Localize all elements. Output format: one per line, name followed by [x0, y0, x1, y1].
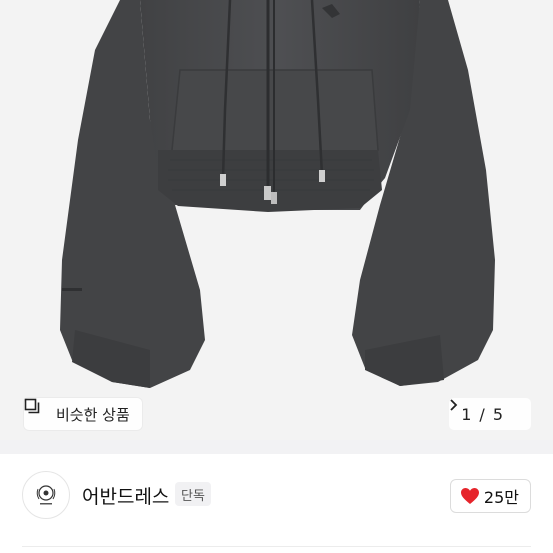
- similar-products-label: 비슷한 상품: [56, 405, 130, 424]
- product-image-gallery[interactable]: 비슷한 상품 1 / 5: [0, 0, 553, 440]
- page-total: 5: [492, 404, 503, 424]
- page-separator: /: [479, 404, 485, 424]
- seller-logo: [36, 485, 56, 505]
- like-button[interactable]: 25만: [449, 479, 531, 513]
- heart-icon: [460, 487, 480, 505]
- product-photo-hoodie: [60, 0, 495, 388]
- seller-row: 어반드레스 단독 25만: [0, 454, 553, 534]
- page-current: 1: [461, 404, 472, 424]
- seller-avatar[interactable]: [22, 471, 70, 519]
- seller-name[interactable]: 어반드레스: [82, 482, 169, 509]
- like-count: 25만: [483, 488, 519, 507]
- exclusive-badge: 단독: [175, 482, 211, 506]
- similar-products-icon: [24, 398, 50, 422]
- similar-products-button[interactable]: 비슷한 상품: [24, 398, 142, 430]
- image-pager[interactable]: 1 / 5: [449, 398, 531, 430]
- section-divider: [0, 440, 553, 454]
- bottom-divider: [22, 546, 531, 547]
- chevron-right-icon: [450, 399, 521, 421]
